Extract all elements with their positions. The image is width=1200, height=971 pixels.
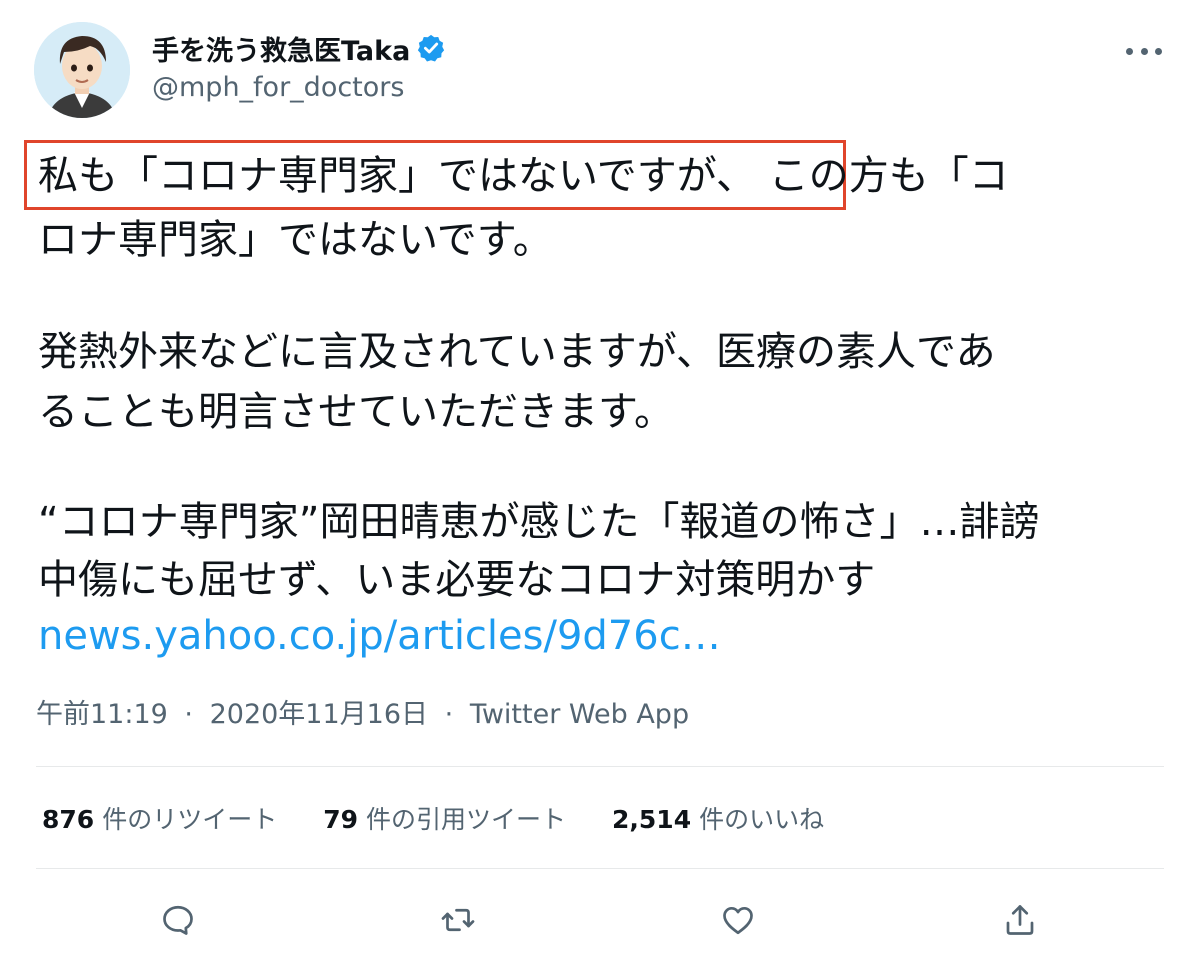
tweet-line: 中傷にも屈せず、いま必要なコロナ対策明かす: [38, 557, 876, 603]
like-count[interactable]: 2,514 件のいいね: [612, 800, 824, 836]
tweet-line: “コロナ専門家”岡田晴恵が感じた「報道の怖さ」…誹謗: [38, 499, 1040, 545]
avatar-illustration: [34, 22, 130, 118]
retweet-count[interactable]: 876 件のリツイート: [42, 800, 277, 836]
meta-separator: ·: [444, 699, 454, 730]
retweet-count-label: 件のリツイート: [102, 805, 278, 834]
quote-count-number: 79: [323, 805, 358, 834]
display-name[interactable]: 手を洗う救急医Taka: [152, 29, 410, 68]
tweet-line: 私も「コロナ専門家」ではないですが、 この方も「コ: [38, 153, 1009, 199]
like-icon[interactable]: [710, 890, 766, 950]
meta-separator: ·: [184, 699, 193, 730]
like-count-number: 2,514: [612, 805, 692, 834]
retweet-icon[interactable]: [430, 890, 486, 950]
quote-count-label: 件の引用ツイート: [366, 805, 567, 834]
verified-badge-icon: [416, 33, 446, 63]
action-bar: [0, 890, 1200, 950]
tweet-date[interactable]: 2020年11月16日: [210, 699, 428, 730]
share-icon[interactable]: [992, 890, 1048, 950]
engagement-stats: 876 件のリツイート 79 件の引用ツイート 2,514 件のいいね: [42, 800, 870, 836]
like-count-label: 件のいいね: [699, 805, 825, 834]
quote-count[interactable]: 79 件の引用ツイート: [323, 800, 566, 836]
handle[interactable]: @mph_for_doctors: [152, 72, 404, 103]
tweet-line: ロナ専門家」ではないです。: [38, 217, 553, 263]
retweet-count-number: 876: [42, 805, 95, 834]
tweet-line: 発熱外来などに言及されていますが、医療の素人であ: [38, 329, 996, 375]
more-options-icon[interactable]: [1126, 44, 1162, 58]
reply-icon[interactable]: [150, 890, 206, 950]
author-name-row: 手を洗う救急医Taka: [152, 28, 446, 68]
tweet-line: ることも明言させていただきます。: [38, 389, 674, 435]
avatar[interactable]: [34, 22, 130, 118]
tweet-time[interactable]: 午前11:19: [36, 699, 168, 730]
divider: [36, 766, 1164, 767]
article-link[interactable]: news.yahoo.co.jp/articles/9d76c…: [38, 606, 721, 666]
tweet-source[interactable]: Twitter Web App: [470, 699, 689, 730]
tweet-meta: 午前11:19 · 2020年11月16日 · Twitter Web App: [36, 692, 689, 731]
divider: [36, 868, 1164, 869]
